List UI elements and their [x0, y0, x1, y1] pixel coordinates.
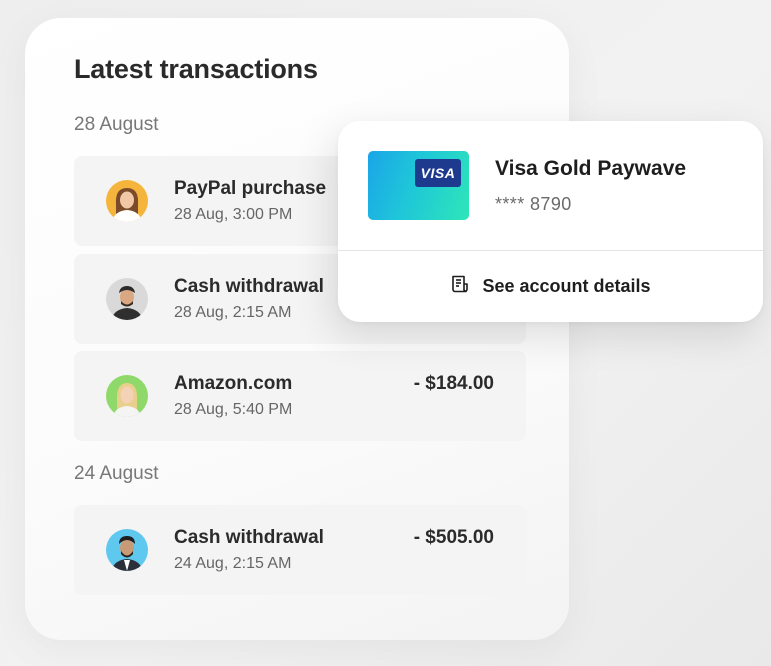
transaction-time: 28 Aug, 5:40 PM — [174, 401, 293, 418]
transaction-name: PayPal purchase — [174, 178, 327, 199]
transaction-name: Amazon.com — [174, 373, 293, 394]
panel-title: Latest transactions — [74, 54, 318, 84]
details-label: See account details — [482, 276, 651, 296]
avatar — [106, 529, 148, 571]
see-account-details-button[interactable]: See account details — [338, 251, 763, 322]
transaction-row[interactable]: Amazon.com 28 Aug, 5:40 PM - $184.00 — [74, 351, 526, 441]
card-image: VISA — [368, 151, 469, 220]
transaction-amount: - $184.00 — [413, 373, 494, 394]
avatar — [106, 278, 148, 320]
transaction-row[interactable]: Cash withdrawal 24 Aug, 2:15 AM - $505.0… — [74, 505, 526, 595]
card-popup: VISA Visa Gold Paywave **** 8790 See acc… — [338, 121, 763, 322]
receipt-icon — [450, 274, 470, 299]
transaction-time: 24 Aug, 2:15 AM — [174, 555, 292, 572]
transaction-time: 28 Aug, 3:00 PM — [174, 206, 293, 223]
transaction-time: 28 Aug, 2:15 AM — [174, 304, 292, 321]
card-title: Visa Gold Paywave — [495, 157, 687, 180]
avatar — [106, 180, 148, 222]
date-group-label: 24 August — [74, 463, 159, 484]
avatar — [106, 375, 148, 417]
card-number: **** 8790 — [495, 194, 572, 214]
transactions-panel: Latest transactions 28 August PayPal pur… — [25, 18, 569, 640]
transaction-name: Cash withdrawal — [174, 276, 324, 297]
date-group-label: 28 August — [74, 114, 159, 135]
visa-logo: VISA — [415, 159, 461, 187]
transaction-amount: - $505.00 — [413, 527, 494, 548]
transaction-name: Cash withdrawal — [174, 527, 324, 548]
